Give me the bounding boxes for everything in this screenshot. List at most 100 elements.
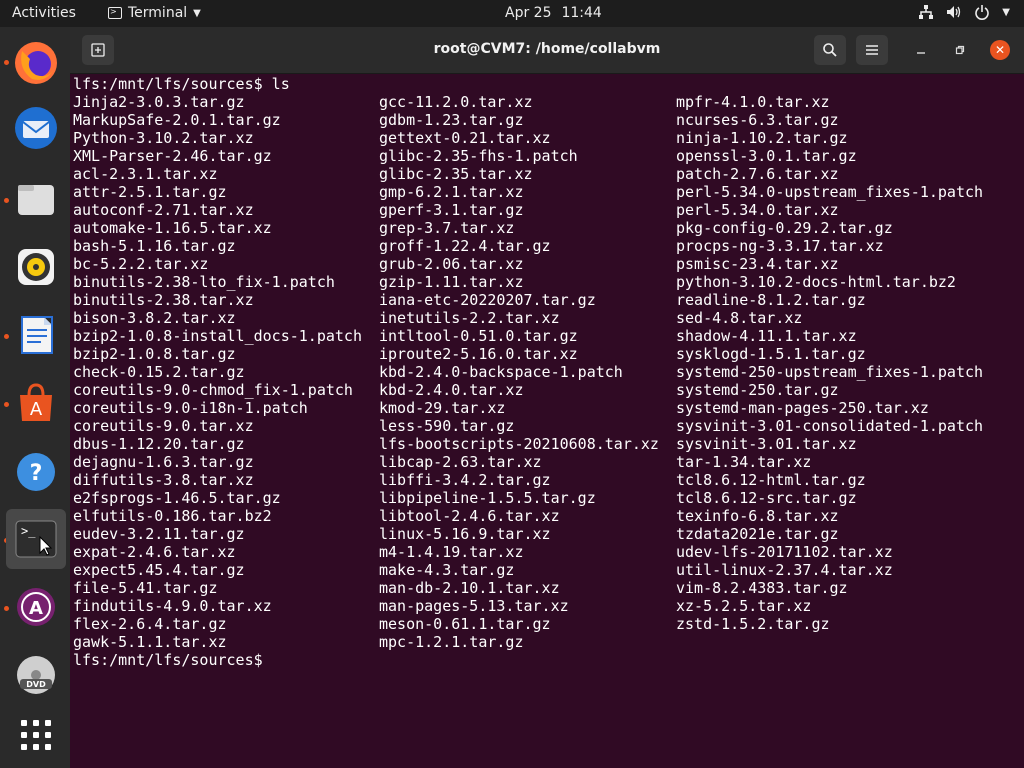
file-entry: grep-3.7.tar.xz [379, 219, 515, 237]
volume-icon [947, 6, 961, 18]
file-entry: kbd-2.4.0-backspace-1.patch [379, 363, 623, 381]
close-icon: ✕ [994, 43, 1006, 57]
file-entry: m4-1.4.19.tar.xz [379, 543, 524, 561]
file-entry: automake-1.16.5.tar.xz [73, 219, 272, 237]
hamburger-icon [866, 45, 878, 55]
file-entry: bzip2-1.0.8.tar.gz [73, 345, 236, 363]
search-button[interactable] [814, 35, 846, 65]
network-icon [919, 5, 934, 19]
system-tray[interactable]: ▼ [918, 4, 1010, 20]
file-entry: attr-2.5.1.tar.gz [73, 183, 227, 201]
file-entry: make-4.3.tar.gz [379, 561, 515, 579]
ls-column-2: gcc-11.2.0.tar.xz gdbm-1.23.tar.gz gettext… [379, 93, 676, 651]
minimize-button[interactable] [911, 40, 931, 60]
libreoffice-writer-icon[interactable] [8, 307, 64, 363]
file-entry: groff-1.22.4.tar.gz [379, 237, 551, 255]
file-entry: gdbm-1.23.tar.gz [379, 111, 524, 129]
title-bar[interactable]: root@CVM7: /home/collabvm ✕ [70, 27, 1024, 74]
terminal-icon[interactable]: >_ [6, 509, 66, 569]
file-entry: diffutils-3.8.tar.xz [73, 471, 254, 489]
svg-text:DVD: DVD [26, 680, 46, 689]
help-icon[interactable]: ? [8, 444, 64, 500]
file-entry: sysvinit-3.01.tar.xz [676, 435, 857, 453]
dvd-icon[interactable]: DVD [8, 647, 64, 703]
svg-text:?: ? [30, 461, 43, 486]
file-entry: sed-4.8.tar.xz [676, 309, 803, 327]
file-entry: pkg-config-0.29.2.tar.gz [676, 219, 893, 237]
menu-button[interactable] [856, 35, 888, 65]
prompt-line: lfs:/mnt/lfs/sources$ ls [73, 75, 290, 93]
file-entry: acl-2.3.1.tar.xz [73, 165, 218, 183]
file-entry: readline-8.1.2.tar.gz [676, 291, 866, 309]
file-entry: elfutils-0.186.tar.bz2 [73, 507, 272, 525]
clock-date: Apr 25 [505, 5, 552, 21]
file-entry: psmisc-23.4.tar.xz [676, 255, 839, 273]
svg-text:A: A [29, 598, 43, 619]
file-entry: file-5.41.tar.gz [73, 579, 218, 597]
dock: A ? >_ A DVD [0, 27, 70, 768]
file-entry: MarkupSafe-2.0.1.tar.gz [73, 111, 281, 129]
rhythmbox-icon[interactable] [8, 239, 64, 295]
file-entry: XML-Parser-2.46.tar.gz [73, 147, 272, 165]
file-entry: tcl8.6.12-html.tar.gz [676, 471, 866, 489]
file-entry: gzip-1.11.tar.xz [379, 273, 524, 291]
software-updater-icon[interactable]: A [8, 579, 64, 635]
file-entry: sysklogd-1.5.1.tar.gz [676, 345, 866, 363]
firefox-icon[interactable] [8, 35, 64, 91]
file-entry: gperf-3.1.tar.gz [379, 201, 524, 219]
file-entry: kmod-29.tar.xz [379, 399, 506, 417]
thunderbird-icon[interactable] [8, 100, 64, 156]
clock-time: 11:44 [561, 5, 602, 21]
maximize-button[interactable] [950, 40, 970, 60]
file-entry: gawk-5.1.1.tar.xz [73, 633, 227, 651]
files-icon[interactable] [8, 171, 64, 227]
file-entry: util-linux-2.37.4.tar.xz [676, 561, 893, 579]
svg-text:>_: >_ [21, 524, 36, 538]
file-entry: expect5.45.4.tar.gz [73, 561, 245, 579]
show-applications-icon[interactable] [8, 707, 64, 763]
file-entry: bison-3.8.2.tar.xz [73, 309, 236, 327]
file-entry: patch-2.7.6.tar.xz [676, 165, 839, 183]
file-entry: tzdata2021e.tar.gz [676, 525, 839, 543]
power-icon [975, 5, 990, 20]
file-entry: vim-8.2.4383.tar.gz [676, 579, 848, 597]
file-entry: python-3.10.2-docs-html.tar.bz2 [676, 273, 956, 291]
file-entry: tar-1.34.tar.xz [676, 453, 812, 471]
file-entry: bzip2-1.0.8-install_docs-1.patch [73, 327, 362, 345]
file-entry: lfs-bootscripts-20210608.tar.xz [379, 435, 659, 453]
chevron-down-icon: ▼ [1002, 6, 1010, 18]
terminal-output[interactable]: lfs:/mnt/lfs/sources$ ls Jinja2-3.0.3.ta… [73, 75, 1024, 768]
final-prompt: lfs:/mnt/lfs/sources$ [73, 651, 263, 669]
close-button[interactable]: ✕ [990, 40, 1010, 60]
software-center-icon[interactable]: A [8, 375, 64, 431]
clock[interactable]: Apr 25 11:44 [505, 5, 612, 21]
file-entry: binutils-2.38.tar.xz [73, 291, 254, 309]
activities-button[interactable]: Activities [12, 5, 76, 21]
file-entry: gettext-0.21.tar.xz [379, 129, 551, 147]
file-entry: gmp-6.2.1.tar.xz [379, 183, 524, 201]
file-entry: coreutils-9.0-chmod_fix-1.patch [73, 381, 353, 399]
file-entry: autoconf-2.71.tar.xz [73, 201, 254, 219]
search-icon [823, 43, 837, 57]
file-entry: man-pages-5.13.tar.xz [379, 597, 569, 615]
file-entry: tcl8.6.12-src.tar.gz [676, 489, 857, 507]
file-entry: bc-5.2.2.tar.xz [73, 255, 209, 273]
file-entry: ncurses-6.3.tar.gz [676, 111, 839, 129]
top-bar: Activities > Terminal ▼ Apr 25 11:44 ▼ [0, 0, 1024, 27]
file-entry: iproute2-5.16.0.tar.xz [379, 345, 578, 363]
file-entry: mpc-1.2.1.tar.gz [379, 633, 524, 651]
file-entry: linux-5.16.9.tar.xz [379, 525, 551, 543]
chevron-down-icon: ▼ [193, 7, 201, 19]
terminal-window: root@CVM7: /home/collabvm ✕ lfs:/mnt/lfs… [70, 27, 1024, 768]
file-entry: dbus-1.12.20.tar.gz [73, 435, 245, 453]
file-entry: mpfr-4.1.0.tar.xz [676, 93, 830, 111]
file-entry: ninja-1.10.2.tar.gz [676, 129, 848, 147]
file-entry: coreutils-9.0.tar.xz [73, 417, 254, 435]
file-entry: e2fsprogs-1.46.5.tar.gz [73, 489, 281, 507]
app-menu[interactable]: > Terminal ▼ [108, 5, 201, 21]
file-entry: shadow-4.11.1.tar.xz [676, 327, 857, 345]
file-entry: zstd-1.5.2.tar.gz [676, 615, 830, 633]
file-entry: systemd-250.tar.gz [676, 381, 839, 399]
svg-text:A: A [30, 399, 43, 420]
file-entry: eudev-3.2.11.tar.gz [73, 525, 245, 543]
